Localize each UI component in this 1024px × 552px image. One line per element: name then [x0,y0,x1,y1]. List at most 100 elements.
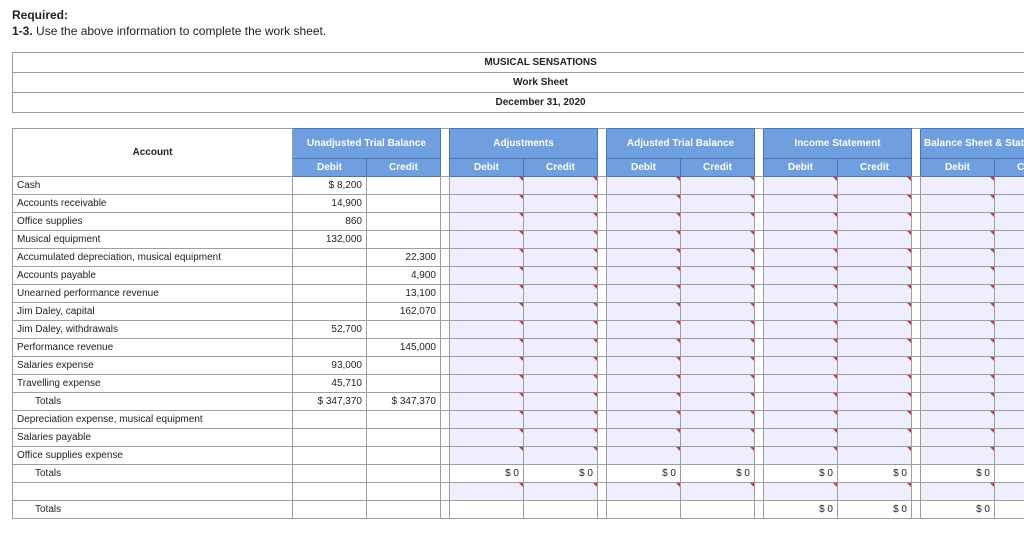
input-cell[interactable] [524,411,598,429]
input-cell[interactable] [838,483,912,501]
input-cell[interactable] [764,411,838,429]
input-cell[interactable] [995,177,1024,195]
input-cell[interactable] [921,357,995,375]
input-cell[interactable] [524,393,598,411]
input-cell[interactable] [450,177,524,195]
input-cell[interactable] [681,447,755,465]
input-cell[interactable] [838,357,912,375]
input-cell[interactable] [607,231,681,249]
input-cell[interactable] [450,285,524,303]
input-cell[interactable] [838,249,912,267]
input-cell[interactable] [921,447,995,465]
input-cell[interactable] [607,411,681,429]
input-cell[interactable] [995,249,1024,267]
input-cell[interactable] [681,321,755,339]
input-cell[interactable] [921,411,995,429]
input-cell[interactable] [764,321,838,339]
input-cell[interactable] [524,447,598,465]
input-cell[interactable] [838,177,912,195]
input-cell[interactable] [995,231,1024,249]
input-cell[interactable] [524,285,598,303]
input-cell[interactable] [450,339,524,357]
input-cell[interactable] [838,195,912,213]
input-cell[interactable] [838,411,912,429]
input-cell[interactable] [838,447,912,465]
input-cell[interactable] [681,483,755,501]
input-cell[interactable] [450,249,524,267]
input-cell[interactable] [607,213,681,231]
input-cell[interactable] [995,357,1024,375]
input-cell[interactable] [524,357,598,375]
input-cell[interactable] [450,483,524,501]
input-cell[interactable] [838,429,912,447]
input-cell[interactable] [838,231,912,249]
input-cell[interactable] [681,195,755,213]
input-cell[interactable] [607,447,681,465]
input-cell[interactable] [995,321,1024,339]
input-cell[interactable] [607,375,681,393]
input-cell[interactable] [450,303,524,321]
input-cell[interactable] [681,393,755,411]
input-cell[interactable] [681,213,755,231]
input-cell[interactable] [995,393,1024,411]
input-cell[interactable] [838,213,912,231]
input-cell[interactable] [995,303,1024,321]
input-cell[interactable] [764,447,838,465]
input-cell[interactable] [524,375,598,393]
input-cell[interactable] [838,321,912,339]
input-cell[interactable] [838,339,912,357]
input-cell[interactable] [607,429,681,447]
input-cell[interactable] [995,483,1024,501]
input-cell[interactable] [838,285,912,303]
input-cell[interactable] [607,321,681,339]
input-cell[interactable] [524,429,598,447]
input-cell[interactable] [524,249,598,267]
input-cell[interactable] [764,285,838,303]
input-cell[interactable] [764,375,838,393]
input-cell[interactable] [921,321,995,339]
input-cell[interactable] [681,285,755,303]
input-cell[interactable] [838,393,912,411]
input-cell[interactable] [995,267,1024,285]
input-cell[interactable] [921,231,995,249]
input-cell[interactable] [524,339,598,357]
input-cell[interactable] [681,375,755,393]
input-cell[interactable] [921,393,995,411]
input-cell[interactable] [681,429,755,447]
input-cell[interactable] [607,285,681,303]
input-cell[interactable] [838,303,912,321]
input-cell[interactable] [681,249,755,267]
input-cell[interactable] [921,285,995,303]
input-cell[interactable] [995,411,1024,429]
input-cell[interactable] [524,231,598,249]
input-cell[interactable] [607,195,681,213]
input-cell[interactable] [764,303,838,321]
input-cell[interactable] [524,321,598,339]
input-cell[interactable] [450,447,524,465]
input-cell[interactable] [921,483,995,501]
input-cell[interactable] [450,231,524,249]
input-cell[interactable] [921,213,995,231]
input-cell[interactable] [607,339,681,357]
input-cell[interactable] [681,339,755,357]
input-cell[interactable] [607,249,681,267]
input-cell[interactable] [995,375,1024,393]
input-cell[interactable] [921,267,995,285]
input-cell[interactable] [607,177,681,195]
input-cell[interactable] [607,357,681,375]
input-cell[interactable] [607,267,681,285]
input-cell[interactable] [764,231,838,249]
input-cell[interactable] [681,357,755,375]
input-cell[interactable] [921,195,995,213]
input-cell[interactable] [921,177,995,195]
input-cell[interactable] [524,483,598,501]
input-cell[interactable] [995,447,1024,465]
input-cell[interactable] [995,339,1024,357]
input-cell[interactable] [764,267,838,285]
input-cell[interactable] [681,231,755,249]
input-cell[interactable] [524,267,598,285]
input-cell[interactable] [524,213,598,231]
input-cell[interactable] [921,249,995,267]
input-cell[interactable] [681,303,755,321]
input-cell[interactable] [838,375,912,393]
